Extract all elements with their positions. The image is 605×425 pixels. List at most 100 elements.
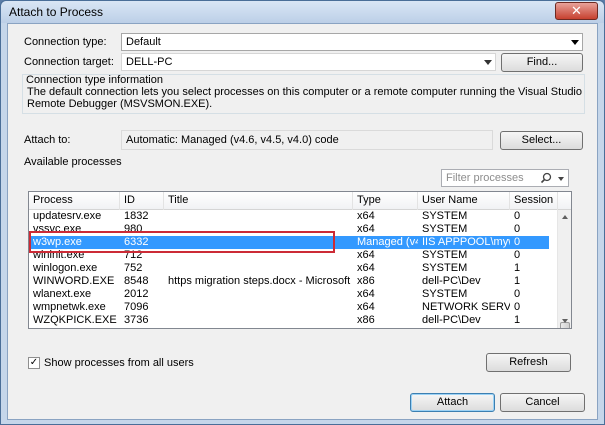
process-name: winlogon.exe — [33, 262, 98, 274]
table-row[interactable]: wlanext.exe 2012 x64 SYSTEM 0 — [29, 288, 549, 301]
process-name: WZQKPICK.EXE — [33, 314, 117, 326]
process-title: https migration steps.docx - Microsoft W… — [168, 275, 353, 287]
process-session: 1 — [514, 262, 521, 274]
process-id: 1832 — [124, 210, 149, 222]
attach-button-label: Attach — [436, 396, 469, 408]
column-header-type[interactable]: Type — [353, 192, 418, 210]
process-type: Managed (v4.... — [357, 236, 418, 248]
process-type: x64 — [357, 249, 375, 261]
process-id: 980 — [124, 223, 143, 235]
process-session: 0 — [514, 249, 521, 261]
title-bar[interactable]: Attach to Process ✕ — [1, 1, 604, 23]
process-id: 7096 — [124, 301, 149, 313]
connection-target-combobox[interactable]: DELL-PC — [121, 53, 496, 71]
process-type: x64 — [357, 210, 375, 222]
select-button[interactable]: Select... — [500, 131, 583, 150]
process-title — [164, 236, 353, 249]
process-session: 0 — [514, 236, 521, 248]
table-row[interactable]: WZQKPICK.EXE 3736 x86 dell-PC\Dev 1 — [29, 314, 549, 327]
chevron-down-icon[interactable] — [558, 177, 564, 181]
process-title — [164, 249, 353, 262]
process-user: dell-PC\Dev — [422, 275, 481, 287]
process-name: WINWORD.EXE — [33, 275, 115, 287]
process-list[interactable]: Process ID Title Type User Name Session … — [28, 191, 572, 329]
process-id: 712 — [124, 249, 143, 261]
filter-processes-input[interactable]: Filter processes — [441, 169, 569, 187]
process-user: SYSTEM — [422, 288, 468, 300]
process-user: dell-PC\Dev — [422, 314, 481, 326]
process-type: x86 — [357, 314, 375, 326]
process-user: SYSTEM — [422, 249, 468, 261]
connection-type-dropdown[interactable]: Default — [121, 33, 583, 51]
process-session: 0 — [514, 210, 521, 222]
select-button-label: Select... — [521, 134, 562, 146]
process-name: wmpnetwk.exe — [33, 301, 106, 313]
process-id: 2012 — [124, 288, 149, 300]
table-row[interactable]: WINWORD.EXE 8548 https migration steps.d… — [29, 275, 549, 288]
scroll-down-arrow-icon[interactable] — [559, 315, 571, 327]
process-id: 8548 — [124, 275, 149, 287]
table-row[interactable]: winlogon.exe 752 x64 SYSTEM 1 — [29, 262, 549, 275]
table-row[interactable]: updatesrv.exe 1832 x64 SYSTEM 0 — [29, 210, 549, 223]
connection-info-description: The default connection lets you select p… — [27, 86, 582, 110]
process-session: 0 — [514, 301, 521, 313]
find-button[interactable]: Find... — [501, 53, 583, 72]
process-title — [164, 301, 353, 314]
close-button[interactable]: ✕ — [555, 2, 598, 20]
table-row[interactable]: wmpnetwk.exe 7096 x64 NETWORK SERVICE 0 — [29, 301, 549, 314]
table-row[interactable]: wininit.exe 712 x64 SYSTEM 0 — [29, 249, 549, 262]
process-type: x64 — [357, 262, 375, 274]
process-name: w3wp.exe — [33, 236, 82, 248]
process-id: 6332 — [124, 236, 149, 248]
attach-to-field: Automatic: Managed (v4.6, v4.5, v4.0) co… — [121, 130, 493, 150]
show-all-users-checkbox[interactable]: ✓ — [28, 357, 40, 369]
table-row-selected[interactable]: w3wp.exe 6332 Managed (v4.... IIS APPPOO… — [29, 236, 549, 249]
process-title — [164, 210, 353, 223]
process-type: x64 — [357, 223, 375, 235]
process-session: 0 — [514, 223, 521, 235]
table-row[interactable]: vssvc.exe 980 x64 SYSTEM 0 — [29, 223, 549, 236]
attach-to-label: Attach to: — [24, 134, 71, 146]
process-type: x64 — [357, 288, 375, 300]
connection-type-label: Connection type: — [24, 36, 107, 48]
process-name: wlanext.exe — [33, 288, 92, 300]
column-header-id[interactable]: ID — [120, 192, 164, 210]
attach-button[interactable]: Attach — [410, 393, 495, 412]
process-title — [164, 288, 353, 301]
process-name: vssvc.exe — [33, 223, 82, 235]
process-list-scrollbar[interactable] — [557, 210, 571, 328]
cancel-button-label: Cancel — [525, 396, 560, 408]
column-header-title[interactable]: Title — [164, 192, 353, 210]
attach-dialog-window: Attach to Process ✕ Connection type: Def… — [0, 0, 605, 425]
connection-info-heading: Connection type information — [26, 74, 163, 86]
process-name: wininit.exe — [33, 249, 85, 261]
search-icon[interactable] — [540, 172, 552, 187]
refresh-button[interactable]: Refresh — [486, 353, 571, 372]
connection-target-label: Connection target: — [24, 56, 114, 68]
checkmark-icon: ✓ — [29, 357, 39, 368]
window-title: Attach to Process — [9, 5, 104, 19]
show-all-users-label[interactable]: Show processes from all users — [44, 357, 194, 369]
cancel-button[interactable]: Cancel — [500, 393, 585, 412]
refresh-button-label: Refresh — [509, 356, 548, 368]
process-session: 1 — [514, 314, 521, 326]
process-user: IIS APPPOOL\mywe... — [422, 236, 510, 248]
connection-target-value: DELL-PC — [126, 56, 173, 68]
scroll-up-arrow-icon[interactable] — [559, 211, 571, 223]
process-title — [164, 262, 353, 275]
column-header-user-name[interactable]: User Name — [418, 192, 510, 210]
process-session: 0 — [514, 288, 521, 300]
column-header-process[interactable]: Process — [29, 192, 120, 210]
chevron-down-icon — [484, 60, 492, 65]
process-user: SYSTEM — [422, 262, 468, 274]
process-title — [164, 223, 353, 236]
connection-info-group: Connection type information The default … — [22, 74, 585, 114]
process-user: NETWORK SERVICE — [422, 301, 510, 313]
column-header-session[interactable]: Session — [510, 192, 558, 210]
connection-type-value: Default — [126, 36, 161, 48]
process-session: 1 — [514, 275, 521, 287]
find-button-label: Find... — [526, 56, 558, 68]
process-user: SYSTEM — [422, 223, 468, 235]
process-name: updatesrv.exe — [33, 210, 102, 222]
attach-to-value: Automatic: Managed (v4.6, v4.5, v4.0) co… — [126, 134, 339, 146]
